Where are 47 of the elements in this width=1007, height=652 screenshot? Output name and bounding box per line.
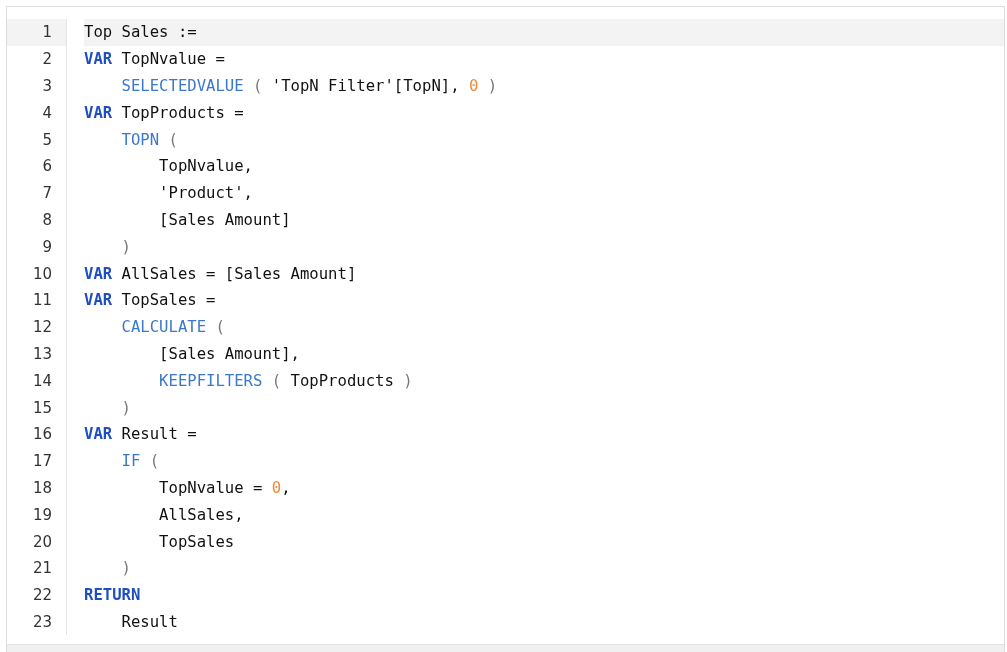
line-number: 1 — [42, 23, 52, 42]
code-line: IF ( — [120, 452, 160, 471]
code-line: [Sales Amount], — [158, 344, 300, 363]
line-number: 4 — [42, 103, 52, 122]
code-line: Result — [120, 612, 178, 631]
code-line: VAR TopSales = — [84, 291, 216, 310]
code-line: ) — [120, 559, 131, 578]
line-number: 9 — [42, 237, 52, 256]
code-line: [Sales Amount] — [158, 210, 291, 229]
code-line: ) — [120, 398, 131, 417]
line-number: 5 — [42, 130, 52, 149]
line-number: 19 — [32, 505, 52, 524]
code-line: RETURN — [84, 586, 141, 605]
code-line: AllSales, — [158, 505, 244, 524]
line-number: 6 — [42, 157, 52, 176]
code-line: VAR TopProducts = — [84, 103, 244, 122]
code-line: TOPN ( — [120, 130, 178, 149]
line-number: 18 — [32, 478, 52, 497]
line-number: 23 — [32, 612, 52, 631]
line-number: 10 — [32, 264, 52, 283]
line-number: 17 — [32, 452, 52, 471]
code-line: TopNvalue = 0, — [158, 478, 291, 497]
line-number: 21 — [32, 559, 52, 578]
line-number: 12 — [32, 318, 52, 337]
code-line: VAR TopNvalue = — [84, 50, 225, 69]
code-line: KEEPFILTERS ( TopProducts ) — [158, 371, 413, 390]
line-number: 16 — [32, 425, 52, 444]
line-number: 3 — [42, 77, 52, 95]
line-number: 2 — [42, 50, 52, 69]
code-line: VAR AllSales = [Sales Amount] — [84, 264, 357, 283]
line-number: 22 — [32, 586, 52, 605]
code-line: TopSales — [158, 532, 235, 551]
code-line: SELECTEDVALUE ( 'TopN Filter'[TopN], 0 ) — [120, 77, 498, 95]
line-number: 13 — [32, 344, 52, 363]
line-number: 14 — [32, 371, 52, 390]
line-number: 11 — [32, 291, 52, 310]
horizontal-scrollbar[interactable] — [7, 644, 1004, 652]
code-line: ) — [120, 237, 131, 256]
line-number: 7 — [42, 184, 52, 203]
line-number: 20 — [32, 532, 52, 551]
line-number: 15 — [32, 398, 52, 417]
code-line: 'Product', — [158, 184, 253, 203]
code-line: Top Sales := — [84, 23, 197, 42]
line-number: 8 — [42, 210, 52, 229]
code-line: TopNvalue, — [158, 157, 253, 176]
code-line: VAR Result = — [84, 425, 197, 444]
code-line: CALCULATE ( — [120, 318, 225, 337]
